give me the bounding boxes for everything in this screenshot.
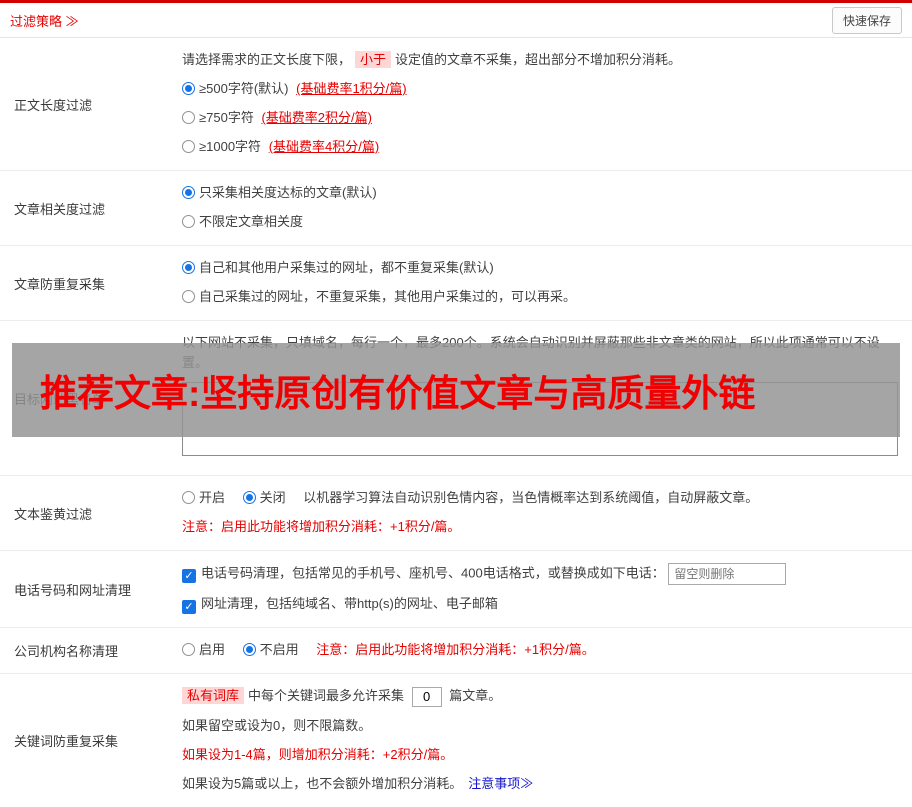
company-options: 启用 不启用 注意：启用此功能将增加积分消耗：+1积分/篇。	[182, 640, 898, 660]
radio-icon[interactable]	[182, 186, 195, 199]
keyword-note-zero: 如果留空或设为0，则不限篇数。	[182, 716, 898, 736]
intro-highlight: 小于	[355, 51, 391, 68]
option-label: 不启用	[260, 642, 299, 657]
option-label: 只采集相关度达标的文章(默认)	[199, 185, 377, 200]
row-label-dedup: 文章防重复采集	[0, 246, 170, 320]
radio-icon[interactable]	[182, 140, 195, 153]
quick-save-button[interactable]: 快速保存	[832, 7, 902, 34]
fee-note: (基础费率4积分/篇)	[269, 139, 380, 154]
radio-icon[interactable]	[182, 215, 195, 228]
radio-icon[interactable]	[182, 491, 195, 504]
intro-text-1: 请选择需求的正文长度下限，	[182, 52, 351, 67]
relevance-option-strict[interactable]: 只采集相关度达标的文章(默认)	[182, 183, 898, 203]
radio-icon[interactable]	[182, 111, 195, 124]
page-title[interactable]: 过滤策略 ≫	[10, 11, 79, 30]
keyword-note-five-text: 如果设为5篇或以上，也不会额外增加积分消耗。	[182, 776, 462, 791]
fee-note: (基础费率1积分/篇)	[296, 81, 407, 96]
row-porn-filter: 文本鉴黄过滤 开启 关闭 以机器学习算法自动识别色情内容，当色情概率达到系统阈值…	[0, 476, 912, 551]
radio-icon[interactable]	[243, 643, 256, 656]
row-dedup-collect: 文章防重复采集 自己和其他用户采集过的网址，都不重复采集(默认) 自己采集过的网…	[0, 246, 912, 321]
phone-cleanup-line: ✓ 电话号码清理，包括常见的手机号、座机号、400电话格式，或替换成如下电话：	[182, 563, 898, 585]
company-fee-note: 注意：启用此功能将增加积分消耗：+1积分/篇。	[316, 642, 594, 657]
replacement-phone-input[interactable]	[668, 563, 786, 585]
radio-icon[interactable]	[182, 643, 195, 656]
row-company-cleanup: 公司机构名称清理 启用 不启用 注意：启用此功能将增加积分消耗：+1积分/篇。	[0, 628, 912, 674]
radio-icon[interactable]	[182, 82, 195, 95]
option-label: ≥750字符	[199, 110, 254, 125]
porn-desc: 以机器学习算法自动识别色情内容，当色情概率达到系统阈值，自动屏蔽文章。	[303, 490, 758, 505]
row-label-company: 公司机构名称清理	[0, 628, 170, 673]
notice-link[interactable]: 注意事项≫	[468, 776, 533, 791]
dedup-option-self[interactable]: 自己采集过的网址，不重复采集，其他用户采集过的，可以再采。	[182, 287, 898, 307]
body-length-intro: 请选择需求的正文长度下限， 小于设定值的文章不采集，超出部分不增加积分消耗。	[182, 50, 898, 70]
row-label-body-length: 正文长度过滤	[0, 38, 170, 170]
option-label: 开启	[199, 490, 225, 505]
option-label: ≥1000字符	[199, 139, 261, 154]
intro-text-2: 设定值的文章不采集，超出部分不增加积分消耗。	[395, 52, 681, 67]
porn-option-off[interactable]: 关闭	[243, 490, 286, 505]
url-cleanup-label: 网址清理，包括纯域名、带http(s)的网址、电子邮箱	[201, 596, 498, 611]
radio-icon[interactable]	[182, 261, 195, 274]
company-option-on[interactable]: 启用	[182, 642, 225, 657]
company-option-off[interactable]: 不启用	[243, 642, 299, 657]
relevance-option-any[interactable]: 不限定文章相关度	[182, 212, 898, 232]
porn-options: 开启 关闭 以机器学习算法自动识别色情内容，当色情概率达到系统阈值，自动屏蔽文章…	[182, 488, 898, 508]
radio-icon[interactable]	[243, 491, 256, 504]
checkbox-icon[interactable]: ✓	[182, 600, 196, 614]
option-label: 自己采集过的网址，不重复采集，其他用户采集过的，可以再采。	[199, 289, 576, 304]
private-lexicon-highlight: 私有词库	[182, 687, 244, 704]
option-label: 不限定文章相关度	[199, 214, 303, 229]
row-body-length-filter: 正文长度过滤 请选择需求的正文长度下限， 小于设定值的文章不采集，超出部分不增加积…	[0, 38, 912, 171]
porn-fee-note: 注意：启用此功能将增加积分消耗：+1积分/篇。	[182, 517, 898, 537]
row-relevance-filter: 文章相关度过滤 只采集相关度达标的文章(默认) 不限定文章相关度	[0, 171, 912, 246]
row-label-porn: 文本鉴黄过滤	[0, 476, 170, 550]
keyword-limit-input[interactable]	[412, 687, 442, 707]
row-label-relevance: 文章相关度过滤	[0, 171, 170, 245]
row-keyword-dedup: 关键词防重复采集 私有词库中每个关键词最多允许采集 篇文章。 如果留空或设为0，…	[0, 674, 912, 807]
row-label-keyword: 关键词防重复采集	[0, 674, 170, 807]
radio-icon[interactable]	[182, 290, 195, 303]
row-phone-url-cleanup: 电话号码和网址清理 ✓ 电话号码清理，包括常见的手机号、座机号、400电话格式，或…	[0, 551, 912, 628]
option-label: ≥500字符(默认)	[199, 81, 288, 96]
checkbox-icon[interactable]: ✓	[182, 569, 196, 583]
option-label: 自己和其他用户采集过的网址，都不重复采集(默认)	[199, 260, 494, 275]
dedup-option-global[interactable]: 自己和其他用户采集过的网址，都不重复采集(默认)	[182, 258, 898, 278]
keyword-note-five: 如果设为5篇或以上，也不会额外增加积分消耗。注意事项≫	[182, 774, 898, 794]
option-label: 启用	[199, 642, 225, 657]
porn-option-on[interactable]: 开启	[182, 490, 225, 505]
keyword-note-fee: 如果设为1-4篇，则增加积分消耗：+2积分/篇。	[182, 745, 898, 765]
keyword-limit-suffix: 篇文章。	[449, 688, 501, 703]
keyword-limit-text: 中每个关键词最多允许采集	[248, 688, 404, 703]
promo-overlay-banner: 推荐文章:坚持原创有价值文章与高质量外链	[12, 343, 900, 437]
phone-cleanup-label: 电话号码清理，包括常见的手机号、座机号、400电话格式，或替换成如下电话：	[201, 565, 665, 580]
fee-note: (基础费率2积分/篇)	[261, 110, 372, 125]
length-option-1000[interactable]: ≥1000字符 (基础费率4积分/篇)	[182, 137, 898, 157]
url-cleanup-line: ✓ 网址清理，包括纯域名、带http(s)的网址、电子邮箱	[182, 594, 898, 614]
row-label-phone-url: 电话号码和网址清理	[0, 551, 170, 627]
keyword-limit-line: 私有词库中每个关键词最多允许采集 篇文章。	[182, 686, 898, 707]
length-option-750[interactable]: ≥750字符 (基础费率2积分/篇)	[182, 108, 898, 128]
length-option-500[interactable]: ≥500字符(默认) (基础费率1积分/篇)	[182, 79, 898, 99]
top-toolbar: 过滤策略 ≫ 快速保存	[0, 0, 912, 38]
promo-banner-text: 推荐文章:坚持原创有价值文章与高质量外链	[40, 363, 755, 417]
option-label: 关闭	[260, 490, 286, 505]
